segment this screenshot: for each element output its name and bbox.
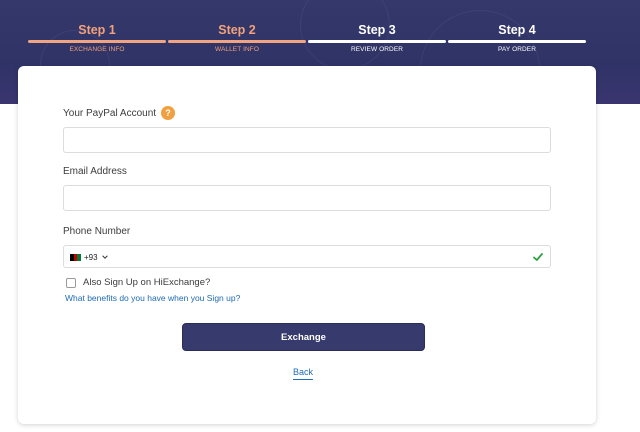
- email-field[interactable]: [63, 185, 551, 211]
- checkmark-icon: [533, 253, 543, 261]
- step-2: Step 2 WALLET INFO: [168, 22, 306, 53]
- step-4: Step 4 PAY ORDER: [448, 22, 586, 53]
- signup-checkbox[interactable]: [66, 278, 76, 288]
- step-label: PAY ORDER: [497, 46, 537, 53]
- step-progress-bar: [308, 40, 446, 43]
- step-label: EXCHANGE INFO: [69, 46, 125, 53]
- step-label: WALLET INFO: [214, 46, 260, 53]
- step-number: Step 1: [78, 23, 116, 37]
- country-dial-code: +93: [84, 252, 98, 262]
- step-number: Step 3: [358, 23, 396, 37]
- step-number: Step 4: [498, 23, 536, 37]
- step-progress-bar: [28, 40, 166, 43]
- help-icon[interactable]: ?: [161, 106, 175, 120]
- country-code-select[interactable]: +93: [70, 251, 109, 263]
- back-link[interactable]: Back: [293, 367, 314, 380]
- afghanistan-flag-icon: [70, 253, 81, 261]
- exchange-button[interactable]: Exchange: [182, 323, 425, 351]
- step-1: Step 1 EXCHANGE INFO: [28, 22, 166, 53]
- step-label: REVIEW ORDER: [350, 46, 404, 53]
- chevron-down-icon: [101, 255, 108, 259]
- step-progress-bar: [448, 40, 586, 43]
- step-number: Step 2: [218, 23, 256, 37]
- phone-field: +93: [63, 245, 551, 268]
- paypal-account-label: Your PayPal Account: [63, 108, 157, 119]
- phone-number-label: Phone Number: [63, 226, 131, 237]
- signup-benefits-link[interactable]: What benefits do you have when you Sign …: [65, 293, 240, 303]
- phone-number-input[interactable]: [116, 248, 516, 266]
- signup-checkbox-label[interactable]: Also Sign Up on HiExchange?: [83, 277, 210, 288]
- step-progress-bar: [168, 40, 306, 43]
- paypal-account-input[interactable]: [63, 127, 551, 153]
- wallet-form-card: Your PayPal Account ? Email Address Phon…: [18, 66, 596, 424]
- email-address-label: Email Address: [63, 166, 127, 177]
- step-3: Step 3 REVIEW ORDER: [308, 22, 446, 53]
- progress-steps: Step 1 EXCHANGE INFO Step 2 WALLET INFO …: [28, 22, 586, 62]
